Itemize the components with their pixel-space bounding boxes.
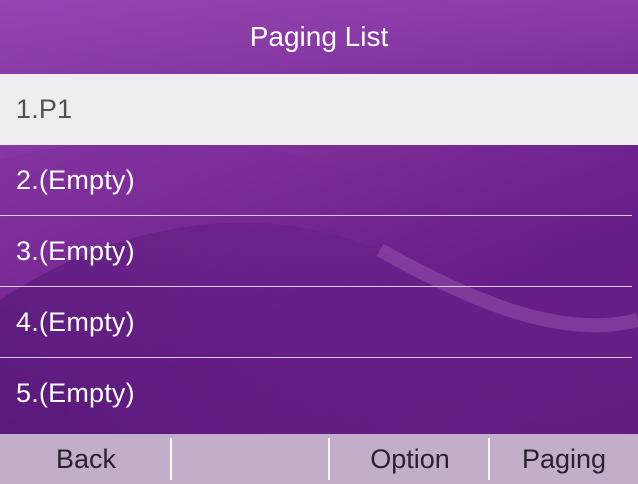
phone-screen: Paging List 1.P1 2.(Empty) 3.(Empty) 4.(… bbox=[0, 0, 638, 484]
list-item-4[interactable]: 4.(Empty) bbox=[0, 287, 632, 358]
list-item-3[interactable]: 3.(Empty) bbox=[0, 216, 632, 287]
paging-list: 1.P1 2.(Empty) 3.(Empty) 4.(Empty) 5.(Em… bbox=[0, 74, 638, 429]
list-item-1[interactable]: 1.P1 bbox=[0, 74, 638, 145]
softkey-bar: Back Option Paging bbox=[0, 434, 638, 484]
back-softkey[interactable]: Back bbox=[0, 434, 172, 484]
option-softkey-label: Option bbox=[370, 443, 450, 474]
option-softkey[interactable]: Option bbox=[330, 434, 490, 484]
empty-softkey[interactable] bbox=[172, 434, 330, 484]
list-item-2[interactable]: 2.(Empty) bbox=[0, 145, 632, 216]
back-softkey-label: Back bbox=[55, 443, 117, 474]
page-title: Paging List bbox=[0, 0, 638, 74]
paging-softkey[interactable]: Paging bbox=[490, 434, 638, 484]
list-item-5[interactable]: 5.(Empty) bbox=[0, 358, 632, 429]
paging-softkey-label: Paging bbox=[521, 443, 607, 474]
